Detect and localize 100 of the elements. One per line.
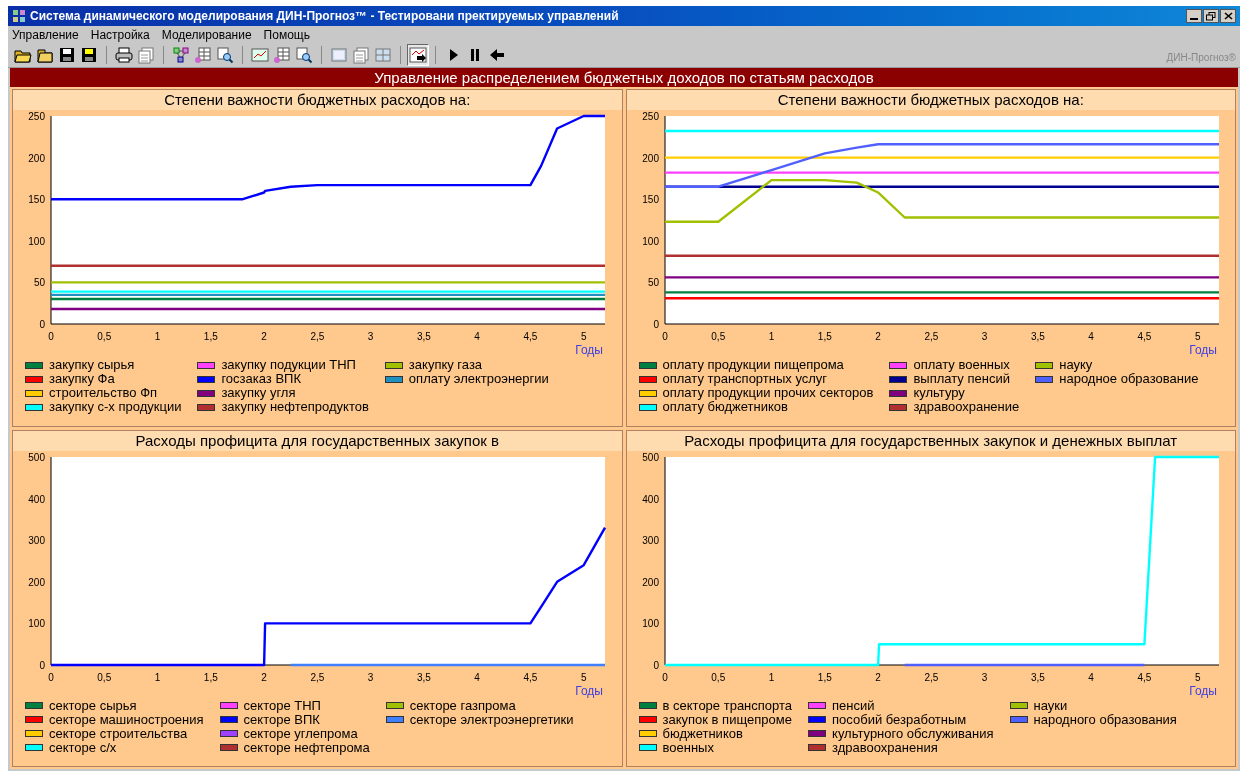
legend-label: пенсий — [832, 698, 875, 713]
y-tick-label: 500 — [28, 451, 45, 463]
chart-icon — [409, 46, 427, 64]
chart-title: Расходы профицита для государственных закупок в — [13, 430, 622, 451]
restore-button[interactable] — [1203, 9, 1219, 23]
legend-label: секторе электроэнергетики — [409, 712, 574, 727]
toolbar-button[interactable] — [214, 44, 236, 66]
legend-swatch — [1009, 716, 1028, 723]
y-tick-label: 0 — [652, 319, 659, 330]
legend-label: секторе ТНП — [243, 698, 321, 713]
floppy-icon — [80, 46, 98, 64]
y-tick-label: 250 — [28, 111, 45, 122]
legend-swatch — [219, 716, 238, 723]
magnifier-icon — [216, 46, 234, 64]
legend-swatch — [25, 702, 43, 709]
legend-label: выплату пенсий — [913, 372, 1010, 386]
legend-label: закупку с-х продукции — [49, 400, 182, 414]
y-tick-label: 100 — [641, 235, 659, 247]
legend-swatch — [889, 361, 908, 369]
y-tick-label: 100 — [28, 617, 45, 629]
legend-label: секторе газпрома — [409, 698, 516, 713]
menu-item[interactable]: Помощь — [263, 25, 310, 44]
legend-label: оплату бюджетников — [662, 400, 788, 414]
arrow-left-icon — [488, 46, 506, 64]
x-tick-label: 1,5 — [203, 331, 218, 342]
x-tick-label: 3 — [981, 331, 987, 342]
legend-swatch — [638, 730, 657, 737]
x-tick-label: 0,5 — [97, 331, 112, 342]
window-title: Система динамического моделирования ДИН-Прогноз™ - Тестировани пректируемых управлений — [30, 8, 619, 25]
y-tick-label: 200 — [641, 152, 659, 164]
legend-swatch — [638, 716, 657, 723]
legend-label: науку — [1059, 358, 1093, 372]
legend-swatch — [889, 375, 908, 383]
close-icon — [1223, 12, 1233, 20]
y-tick-label: 300 — [641, 534, 659, 546]
x-tick-label: 2 — [261, 331, 267, 342]
legend-label: бюджетников — [662, 726, 743, 741]
x-tick-label: 2 — [874, 671, 881, 683]
axis-label: Годы — [575, 343, 603, 357]
toolbar-button[interactable] — [113, 44, 135, 66]
y-tick-label: 0 — [652, 659, 659, 671]
diagram-icon — [172, 46, 190, 64]
legend-label: здравоохранения — [832, 740, 938, 755]
legend-swatch — [889, 389, 908, 397]
legend-swatch — [1035, 361, 1054, 369]
legend-swatch — [638, 744, 657, 751]
x-tick-label: 3,5 — [416, 671, 431, 683]
menu-item[interactable]: Моделирование — [161, 25, 252, 44]
legend-swatch — [25, 389, 43, 397]
x-tick-label: 1 — [768, 331, 774, 342]
y-tick-label: 250 — [641, 111, 659, 122]
printer-icon — [115, 46, 133, 64]
y-tick-label: 50 — [33, 277, 45, 289]
legend-swatch — [25, 361, 43, 369]
legend-swatch — [385, 716, 404, 723]
floppy-icon — [58, 46, 76, 64]
legend-swatch — [638, 702, 657, 709]
minimize-button[interactable] — [1186, 9, 1202, 23]
legend-label: закупок в пищепроме — [662, 712, 792, 727]
window-icon — [330, 46, 348, 64]
legend-label: военных — [662, 740, 714, 755]
x-tick-label: 3 — [367, 671, 374, 683]
legend-swatch — [25, 375, 43, 383]
header-bar: Управление распределением бюджетных доходов по статьям расходов — [10, 68, 1238, 87]
page-icon — [137, 46, 155, 64]
y-tick-label: 200 — [641, 576, 659, 588]
close-button[interactable] — [1220, 9, 1236, 23]
x-tick-label: 1 — [154, 671, 161, 683]
y-tick-label: 300 — [28, 534, 45, 546]
y-tick-label: 400 — [641, 493, 659, 505]
legend-label: секторе нефтепрома — [243, 740, 370, 755]
toolbar-button[interactable] — [407, 44, 429, 66]
x-tick-label: 5 — [580, 671, 587, 683]
legend-swatch — [808, 730, 827, 737]
x-tick-label: 2 — [261, 671, 267, 683]
legend-label: госзаказ ВПК — [221, 372, 301, 386]
legend-swatch — [197, 375, 216, 383]
legend-label: закупку газа — [408, 358, 483, 372]
x-tick-label: 5 — [1194, 671, 1200, 683]
x-tick-label: 1,5 — [817, 671, 832, 683]
legend-label: секторе машиностроения — [49, 712, 204, 727]
legend-swatch — [1009, 702, 1028, 709]
legend-swatch — [219, 744, 238, 751]
legend-label: оплату электроэнергии — [408, 372, 549, 386]
y-tick-label: 50 — [647, 277, 659, 289]
legend-label: секторе ВПК — [243, 712, 320, 727]
legend-swatch — [638, 361, 657, 369]
menu-item[interactable]: Управление — [12, 25, 79, 44]
toolbar-button[interactable] — [293, 44, 315, 66]
legend-label: закупку подукции ТНП — [221, 358, 356, 372]
legend-swatch — [808, 716, 827, 723]
x-tick-label: 2,5 — [310, 331, 325, 342]
x-tick-label: 0,5 — [710, 671, 725, 683]
legend-swatch — [384, 375, 403, 383]
x-tick-label: 5 — [580, 331, 587, 342]
y-tick-label: 200 — [28, 152, 45, 164]
menu-item[interactable]: Настройка — [90, 25, 150, 44]
legend-swatch — [385, 702, 404, 709]
x-tick-label: 0 — [48, 671, 54, 683]
legend-swatch — [384, 361, 403, 369]
